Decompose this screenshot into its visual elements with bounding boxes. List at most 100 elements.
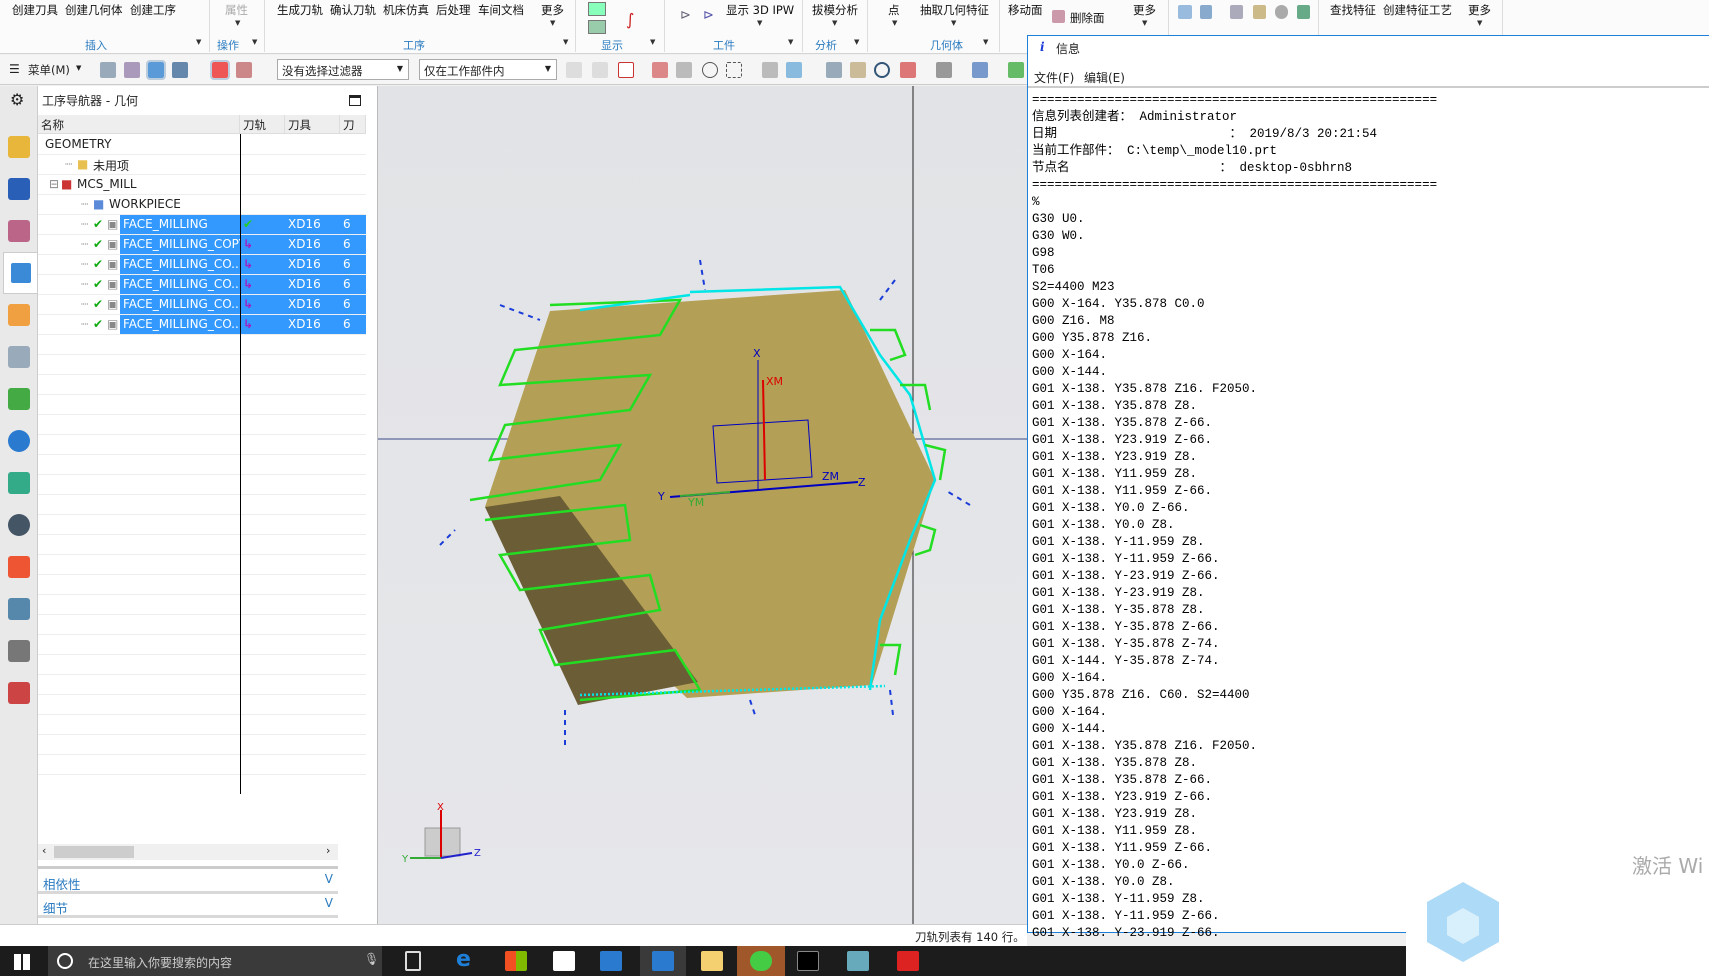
part-navigator-icon[interactable] xyxy=(8,220,30,242)
tree-row[interactable]: ┈ ✔ ▣ FACE_MILLING_CO... ↳ XD16 6 xyxy=(38,255,366,275)
chevron-down-icon[interactable]: V xyxy=(325,896,333,910)
feature-icon[interactable] xyxy=(1230,5,1243,19)
group-dropdown[interactable]: ▼ xyxy=(650,38,655,46)
details-panel[interactable]: 细节 V xyxy=(38,896,338,918)
mail-icon[interactable] xyxy=(553,951,575,971)
group-dropdown[interactable]: ▼ xyxy=(563,38,568,46)
column-header-tool-number[interactable]: 刀具 xyxy=(340,115,366,134)
extract-dropdown[interactable]: ▼ xyxy=(951,19,956,27)
tree-row[interactable]: ┈ ■ 未用项 xyxy=(38,155,366,175)
rotate-icon[interactable] xyxy=(874,62,890,78)
ipw-icon[interactable]: ⊳ xyxy=(703,8,714,23)
more-button[interactable]: 更多 xyxy=(541,2,564,18)
more-dropdown[interactable]: ▼ xyxy=(550,19,555,27)
group-insert-dropdown[interactable]: ▼ xyxy=(196,38,201,46)
dependencies-panel[interactable]: 相依性 V xyxy=(38,872,338,894)
feature-icon[interactable] xyxy=(1253,5,1266,19)
draft-analysis-button[interactable]: 拔模分析 xyxy=(812,2,858,18)
more-dropdown[interactable]: ▼ xyxy=(1477,19,1482,27)
assembly-navigator-icon[interactable] xyxy=(8,136,30,158)
box-select-icon[interactable] xyxy=(726,62,742,78)
create-geometry-button[interactable]: 创建几何体 xyxy=(65,2,123,18)
more-dropdown[interactable]: ▼ xyxy=(1142,19,1147,27)
move-face-button[interactable]: 移动面 xyxy=(1008,2,1043,18)
ipw-dropdown[interactable]: ▼ xyxy=(757,19,762,27)
show-3d-ipw-button[interactable]: 显示 3D IPW xyxy=(726,2,794,18)
toolpath-icon[interactable] xyxy=(236,62,252,78)
curve-icon[interactable]: ∫ xyxy=(626,10,634,29)
delete-face-button[interactable]: 删除面 xyxy=(1070,10,1105,26)
snap-icon[interactable] xyxy=(652,62,668,78)
menu-dropdown[interactable]: ▼ xyxy=(76,64,81,72)
fit-icon[interactable] xyxy=(826,62,842,78)
role-icon[interactable] xyxy=(8,682,30,704)
find-feature-button[interactable]: 查找特征 xyxy=(1330,2,1376,18)
toolpath-display-icon[interactable] xyxy=(210,60,230,80)
app-icon[interactable] xyxy=(847,951,869,971)
column-header-toolpath[interactable]: 刀轨 xyxy=(240,115,285,134)
machine-simulation-button[interactable]: 机床仿真 xyxy=(383,2,429,18)
copy-icon[interactable] xyxy=(1178,5,1192,19)
reuse-library-icon[interactable] xyxy=(8,346,30,368)
graphics-viewport[interactable]: X XM Y YM ZM Z X Y Z xyxy=(378,86,1027,924)
selection-filter-dropdown[interactable]: 没有选择过滤器 ▼ xyxy=(277,59,409,80)
tree-row[interactable]: ┈ ✔ ▣ FACE_MILLING_CO... ↳ XD16 6 xyxy=(38,275,366,295)
web-browser-icon[interactable] xyxy=(8,472,30,494)
column-header-tool[interactable]: 刀具 xyxy=(285,115,340,134)
machine-navigator-icon[interactable] xyxy=(8,304,30,326)
shop-docs-button[interactable]: 车间文档 xyxy=(478,2,524,18)
selection-scope-dropdown[interactable]: 仅在工作部件内 ▼ xyxy=(419,59,557,80)
snap-icon[interactable] xyxy=(676,62,692,78)
program-view-icon[interactable] xyxy=(100,62,116,78)
postprocess-button[interactable]: 后处理 xyxy=(436,2,471,18)
nx-app-icon[interactable] xyxy=(600,951,622,971)
library-icon[interactable] xyxy=(8,388,30,410)
app-icon[interactable] xyxy=(897,951,919,971)
page-icon[interactable] xyxy=(1200,5,1212,19)
orient-icon[interactable] xyxy=(972,62,988,78)
clock-feature-icon[interactable] xyxy=(1275,5,1288,19)
properties-dropdown[interactable]: ▼ xyxy=(235,19,240,27)
tree-row[interactable]: ⊟ ■ MCS_MILL xyxy=(38,175,366,195)
tree-row[interactable]: ┈ ✔ ▣ FACE_MILLING_CO... ↳ XD16 6 xyxy=(38,315,366,335)
selection-icon[interactable] xyxy=(1008,62,1024,78)
tree-row[interactable]: ┈ ✔ ▣ FACE_MILLING ✔ XD16 6 xyxy=(38,215,366,235)
history-icon[interactable] xyxy=(8,514,30,536)
info-text-area[interactable]: ========================================… xyxy=(1032,92,1437,942)
ipw-icon[interactable]: ⊳ xyxy=(680,8,691,23)
group-dropdown[interactable]: ▼ xyxy=(854,38,859,46)
method-view-icon[interactable] xyxy=(172,62,188,78)
gear-icon[interactable]: ⚙ xyxy=(10,90,24,109)
taskbar-search-box[interactable]: 在这里输入你要搜索的内容 🎙 xyxy=(48,946,382,976)
feature-check-icon[interactable] xyxy=(1297,5,1310,19)
create-feature-process-button[interactable]: 创建特征工艺 xyxy=(1383,2,1452,18)
zoom-icon[interactable] xyxy=(850,62,866,78)
tree-row[interactable]: ┈ ■ WORKPIECE xyxy=(38,195,366,215)
task-view-icon[interactable] xyxy=(405,951,421,971)
group-dropdown[interactable]: ▼ xyxy=(983,38,988,46)
cube-icon[interactable] xyxy=(786,62,802,78)
tree-row[interactable]: GEOMETRY xyxy=(38,135,366,155)
create-operation-button[interactable]: 创建工序 xyxy=(130,2,176,18)
group-operation-dropdown[interactable]: ▼ xyxy=(252,38,257,46)
more-button[interactable]: 更多 xyxy=(1468,2,1491,18)
menu-edit[interactable]: 编辑(E) xyxy=(1084,69,1125,86)
column-header-name[interactable]: 名称 xyxy=(38,115,240,134)
wechat-app[interactable] xyxy=(737,946,785,976)
tree-row[interactable]: ┈ ✔ ▣ FACE_MILLING_CO... ↳ XD16 6 xyxy=(38,295,366,315)
extract-geometry-button[interactable]: 抽取几何特征 xyxy=(920,2,989,18)
operation-navigator-tab[interactable] xyxy=(3,252,38,294)
point-button[interactable]: 点 xyxy=(888,2,900,18)
constraint-navigator-icon[interactable] xyxy=(8,178,30,200)
menu-button[interactable]: 菜单(M) xyxy=(28,62,70,78)
view-icon[interactable] xyxy=(762,62,778,78)
microphone-icon[interactable]: 🎙 xyxy=(364,952,379,966)
tree-row[interactable]: ┈ ✔ ▣ FACE_MILLING_COPY ↳ XD16 6 xyxy=(38,235,366,255)
scrollbar-thumb[interactable] xyxy=(54,846,134,858)
generate-toolpath-button[interactable]: 生成刀轨 xyxy=(277,2,323,18)
display-icon[interactable] xyxy=(588,2,606,16)
create-tool-button[interactable]: 创建刀具 xyxy=(12,2,58,18)
store-icon[interactable] xyxy=(505,951,527,971)
more-button[interactable]: 更多 xyxy=(1133,2,1156,18)
snap-point-icon[interactable] xyxy=(618,62,634,78)
